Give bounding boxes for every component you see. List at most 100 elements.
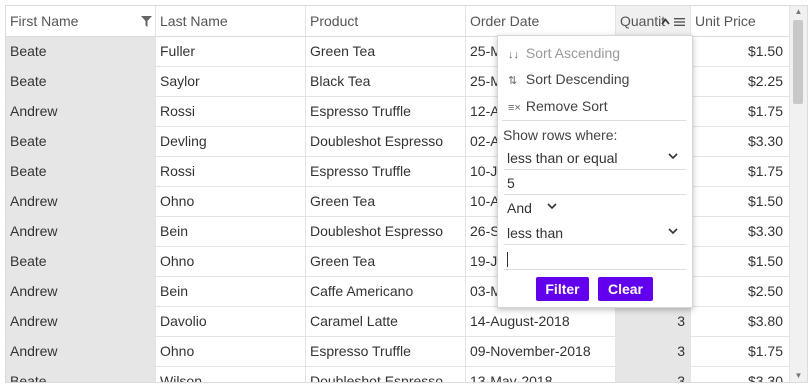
table-cell[interactable]: Caffe Americano xyxy=(306,277,466,306)
scroll-down-icon[interactable]: ▼ xyxy=(790,370,807,382)
table-cell[interactable]: Beate xyxy=(6,247,156,276)
table-cell[interactable]: Rossi xyxy=(156,97,306,126)
sort-ascending-icon[interactable] xyxy=(661,6,670,36)
header-label: Product xyxy=(310,13,359,29)
table-cell[interactable]: 3 xyxy=(616,307,691,336)
header-label: Last Name xyxy=(160,13,228,29)
filter-icon[interactable] xyxy=(141,6,152,36)
table-cell[interactable]: Bein xyxy=(156,277,306,306)
filter-button[interactable]: Filter xyxy=(536,277,589,301)
table-cell[interactable]: Devling xyxy=(156,127,306,156)
value-2-input[interactable] xyxy=(504,246,686,270)
table-cell[interactable]: $3.30 xyxy=(691,217,789,246)
table-row[interactable]: Andrew Ohno Espresso Truffle 09-November-20… xyxy=(6,337,789,367)
header-product[interactable]: Product xyxy=(306,6,466,36)
condition-1-select[interactable]: less than or equal xyxy=(504,146,686,170)
header-order-date[interactable]: Order Date xyxy=(466,6,616,36)
table-cell[interactable]: 09-November-2018 xyxy=(466,337,616,366)
table-cell[interactable]: Ohno xyxy=(156,187,306,216)
table-cell[interactable]: $1.50 xyxy=(691,187,789,216)
table-cell[interactable]: Beate xyxy=(6,367,156,382)
column-menu-icon[interactable] xyxy=(674,6,685,36)
table-row[interactable]: Andrew Davolio Caramel Latte 14-August-2018… xyxy=(6,307,789,337)
table-cell[interactable]: $3.30 xyxy=(691,367,789,382)
menu-divider xyxy=(502,120,686,121)
table-cell[interactable]: Beate xyxy=(6,37,156,66)
chevron-down-icon xyxy=(547,196,557,220)
chevron-down-icon xyxy=(668,221,678,245)
table-cell[interactable]: Green Tea xyxy=(306,247,466,276)
remove-sort-item[interactable]: ≡× Remove Sort xyxy=(508,95,608,117)
table-cell[interactable]: $1.50 xyxy=(691,37,789,66)
table-cell[interactable]: Espresso Truffle xyxy=(306,97,466,126)
table-cell[interactable]: 13-May-2018 xyxy=(466,367,616,382)
table-cell[interactable]: Wilson xyxy=(156,367,306,382)
table-row[interactable]: Beate Wilson Doubleshot Espresso 13-May-201… xyxy=(6,367,789,382)
table-cell[interactable]: Andrew xyxy=(6,337,156,366)
table-cell[interactable]: $3.30 xyxy=(691,127,789,156)
table-cell[interactable]: $2.25 xyxy=(691,67,789,96)
table-cell[interactable]: Davolio xyxy=(156,307,306,336)
grid-header: First Name Last Name Product Order Date … xyxy=(6,6,789,37)
table-cell[interactable]: Espresso Truffle xyxy=(306,157,466,186)
scrollbar-thumb[interactable] xyxy=(793,20,803,104)
sort-descending-item[interactable]: ⇅ Sort Descending xyxy=(508,68,629,90)
header-quantity[interactable]: Quantit xyxy=(616,6,691,36)
sort-descending-icon: ⇅ xyxy=(508,75,518,87)
table-cell[interactable]: Fuller xyxy=(156,37,306,66)
table-cell[interactable]: Bein xyxy=(156,217,306,246)
table-cell[interactable]: Caramel Latte xyxy=(306,307,466,336)
remove-sort-icon: ≡× xyxy=(508,102,521,114)
table-cell[interactable]: 3 xyxy=(616,367,691,382)
table-cell[interactable]: Saylor xyxy=(156,67,306,96)
table-cell[interactable]: Andrew xyxy=(6,277,156,306)
table-cell[interactable]: Andrew xyxy=(6,217,156,246)
table-cell[interactable]: $1.75 xyxy=(691,157,789,186)
scroll-up-icon[interactable]: ▲ xyxy=(790,6,807,18)
table-cell[interactable]: Ohno xyxy=(156,337,306,366)
table-cell[interactable]: $2.50 xyxy=(691,277,789,306)
table-cell[interactable]: Espresso Truffle xyxy=(306,337,466,366)
header-label: Order Date xyxy=(470,13,540,29)
header-label: First Name xyxy=(10,13,79,29)
condition-2-value: less than xyxy=(507,225,564,241)
table-cell[interactable]: Doubleshot Espresso xyxy=(306,367,466,382)
value-1-input[interactable]: 5 xyxy=(504,171,686,195)
condition-2-select[interactable]: less than xyxy=(504,221,686,245)
vertical-scrollbar[interactable]: ▲ ▼ xyxy=(789,6,807,382)
logic-operator-select[interactable]: And xyxy=(504,196,559,220)
table-cell[interactable]: Green Tea xyxy=(306,187,466,216)
menu-label: Remove Sort xyxy=(525,98,608,114)
table-cell[interactable]: Black Tea xyxy=(306,67,466,96)
table-cell[interactable]: $1.50 xyxy=(691,247,789,276)
table-cell[interactable]: Doubleshot Espresso xyxy=(306,217,466,246)
text-caret xyxy=(507,251,508,267)
operator-value: And xyxy=(507,200,532,216)
table-cell[interactable]: 14-August-2018 xyxy=(466,307,616,336)
table-cell[interactable]: $1.75 xyxy=(691,337,789,366)
header-last-name[interactable]: Last Name xyxy=(156,6,306,36)
table-cell[interactable]: Ohno xyxy=(156,247,306,276)
table-cell[interactable]: Beate xyxy=(6,67,156,96)
table-cell[interactable]: 3 xyxy=(616,337,691,366)
table-cell[interactable]: Andrew xyxy=(6,97,156,126)
table-cell[interactable]: Rossi xyxy=(156,157,306,186)
menu-label: Sort Ascending xyxy=(525,45,621,61)
table-cell[interactable]: Andrew xyxy=(6,307,156,336)
table-cell[interactable]: Beate xyxy=(6,127,156,156)
table-cell[interactable]: Beate xyxy=(6,157,156,186)
table-cell[interactable]: $1.75 xyxy=(691,97,789,126)
clear-button[interactable]: Clear xyxy=(598,277,653,301)
header-first-name[interactable]: First Name xyxy=(6,6,156,36)
table-cell[interactable]: Andrew xyxy=(6,187,156,216)
header-label: Unit Price xyxy=(695,13,756,29)
condition-1-value: less than or equal xyxy=(507,150,618,166)
show-rows-where-label: Show rows where: xyxy=(503,127,618,143)
chevron-down-icon xyxy=(668,146,678,170)
table-cell[interactable]: $3.80 xyxy=(691,307,789,336)
header-label: Quantit xyxy=(620,13,666,29)
table-cell[interactable]: Doubleshot Espresso xyxy=(306,127,466,156)
table-cell[interactable]: Green Tea xyxy=(306,37,466,66)
sort-ascending-item[interactable]: ↓↓ Sort Ascending xyxy=(508,42,620,64)
header-unit-price[interactable]: Unit Price xyxy=(691,6,789,36)
